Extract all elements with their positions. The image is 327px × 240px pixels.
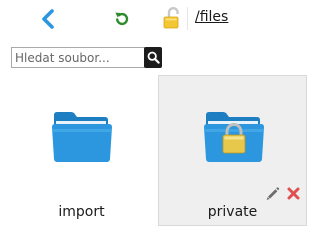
pencil-icon [266,187,280,200]
folder-name: private [207,204,258,220]
folder-tile-private[interactable]: private [158,75,307,226]
delete-x-icon [287,187,300,200]
toolbar: /files [0,0,327,38]
edit-button[interactable] [265,186,280,201]
delete-button[interactable] [286,186,301,201]
search-icon [147,51,160,64]
folder-tile-import[interactable]: import [7,75,156,226]
refresh-icon [115,12,129,26]
file-browser: /files import [0,0,327,234]
search-bar [11,47,162,68]
folder-name: import [58,204,105,220]
chevron-left-icon [42,9,54,29]
path-bar: /files [160,5,327,32]
back-button[interactable] [40,9,56,29]
search-input[interactable] [11,47,145,68]
refresh-button[interactable] [113,10,131,28]
unlocked-padlock-icon[interactable] [160,5,186,32]
locked-folder-icon [203,109,265,165]
folder-grid: import private [0,75,327,234]
tile-actions [263,186,303,202]
path-divider [187,7,188,30]
current-path-link[interactable]: /files [195,9,228,25]
folder-icon [51,109,113,165]
search-button[interactable] [144,47,162,68]
